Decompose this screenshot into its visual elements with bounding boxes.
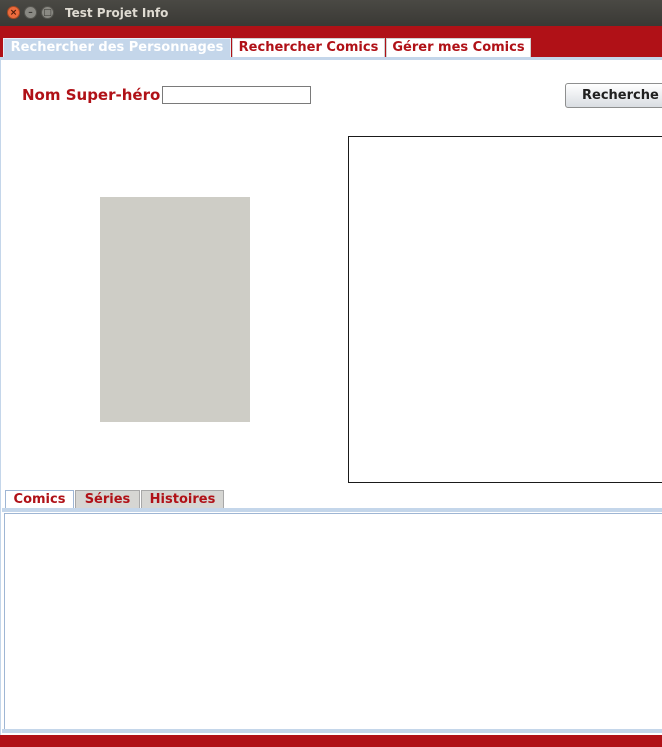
minimize-window-button[interactable]: – (24, 6, 37, 19)
subtab-comics[interactable]: Comics (5, 490, 74, 509)
window-title: Test Projet Info (65, 6, 169, 20)
list-bottom-border (2, 729, 662, 733)
search-button[interactable]: Recherche (565, 83, 662, 108)
window-title-bar: × – □ Test Projet Info (0, 0, 662, 26)
superhero-name-input[interactable] (162, 86, 311, 104)
subtab-histoires[interactable]: Histoires (141, 490, 224, 509)
tab-rechercher-comics[interactable]: Rechercher Comics (232, 38, 385, 57)
tab-rechercher-personnages[interactable]: Rechercher des Personnages (3, 38, 231, 57)
subtab-underline (2, 508, 662, 512)
subtab-series[interactable]: Séries (75, 490, 140, 509)
tab-gerer-comics[interactable]: Gérer mes Comics (386, 38, 531, 57)
character-image-placeholder (100, 197, 250, 422)
superhero-name-label: Nom Super-héro (22, 86, 161, 104)
main-tab-strip: Rechercher des Personnages Rechercher Co… (0, 26, 662, 57)
character-description-area[interactable] (348, 136, 662, 483)
maximize-window-button[interactable]: □ (41, 6, 54, 19)
bottom-bar (0, 735, 662, 747)
comics-list-pane[interactable] (4, 513, 662, 729)
close-window-button[interactable]: × (7, 6, 20, 19)
